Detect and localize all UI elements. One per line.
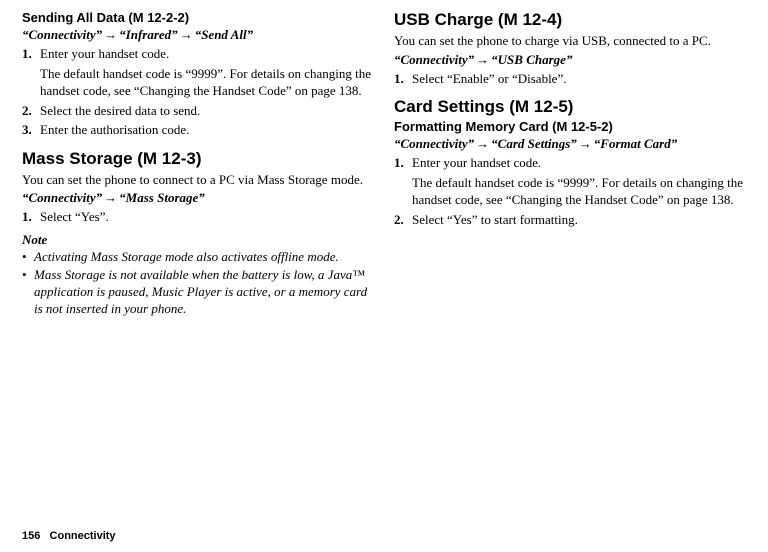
nav-segment: “Connectivity”	[394, 136, 474, 151]
step-text: Select “Yes”.	[40, 208, 374, 226]
step-text: Enter your handset code.	[412, 154, 746, 172]
nav-segment: “Send All”	[195, 27, 253, 42]
heading-card-settings: Card Settings (M 12-5)	[394, 97, 746, 117]
step-item: 3. Enter the authorisation code.	[22, 121, 374, 139]
step-number: 1.	[394, 154, 412, 172]
step-item: 1. Select “Enable” or “Disable”.	[394, 70, 746, 88]
arrow-icon: →	[474, 136, 491, 151]
page-body: Sending All Data (M 12-2-2) “Connectivit…	[0, 0, 768, 318]
step-detail: The default handset code is “9999”. For …	[412, 174, 746, 209]
step-item: 1. Enter your handset code.	[394, 154, 746, 172]
heading-mass-storage: Mass Storage (M 12-3)	[22, 149, 374, 169]
left-column: Sending All Data (M 12-2-2) “Connectivit…	[22, 10, 374, 318]
nav-segment: “Connectivity”	[22, 190, 102, 205]
step-number: 1.	[22, 208, 40, 226]
step-number: 3.	[22, 121, 40, 139]
nav-path-usb-charge: “Connectivity”→“USB Charge”	[394, 52, 746, 68]
bullet-dot-icon: •	[22, 249, 34, 266]
bullet-text: Activating Mass Storage mode also activa…	[34, 249, 374, 266]
bullet-text: Mass Storage is not available when the b…	[34, 267, 374, 318]
step-text: Enter your handset code.	[40, 45, 374, 63]
arrow-icon: →	[577, 136, 594, 151]
nav-segment: “Card Settings”	[491, 136, 577, 151]
arrow-icon: →	[102, 190, 119, 205]
step-number: 2.	[22, 102, 40, 120]
arrow-icon: →	[102, 27, 119, 42]
intro-text: You can set the phone to connect to a PC…	[22, 171, 374, 189]
bullet-dot-icon: •	[22, 267, 34, 318]
heading-formatting-card: Formatting Memory Card (M 12-5-2)	[394, 119, 746, 134]
page-number: 156	[22, 530, 40, 542]
step-item: 1. Select “Yes”.	[22, 208, 374, 226]
nav-path-send-all: “Connectivity”→“Infrared”→“Send All”	[22, 27, 374, 43]
nav-segment: “USB Charge”	[491, 52, 572, 67]
right-column: USB Charge (M 12-4) You can set the phon…	[394, 10, 746, 318]
step-number: 1.	[394, 70, 412, 88]
nav-segment: “Connectivity”	[22, 27, 102, 42]
step-text: Enter the authorisation code.	[40, 121, 374, 139]
nav-segment: “Infrared”	[119, 27, 178, 42]
intro-text: You can set the phone to charge via USB,…	[394, 32, 746, 50]
note-label: Note	[22, 232, 374, 248]
arrow-icon: →	[178, 27, 195, 42]
arrow-icon: →	[474, 52, 491, 67]
note-bullet: • Mass Storage is not available when the…	[22, 267, 374, 318]
step-detail: The default handset code is “9999”. For …	[40, 65, 374, 100]
heading-usb-charge: USB Charge (M 12-4)	[394, 10, 746, 30]
step-text: Select “Yes” to start formatting.	[412, 211, 746, 229]
step-item: 1. Enter your handset code.	[22, 45, 374, 63]
nav-path-format-card: “Connectivity”→“Card Settings”→“Format C…	[394, 136, 746, 152]
nav-path-mass-storage: “Connectivity”→“Mass Storage”	[22, 190, 374, 206]
nav-segment: “Connectivity”	[394, 52, 474, 67]
step-number: 2.	[394, 211, 412, 229]
page-footer: 156 Connectivity	[22, 530, 116, 542]
nav-segment: “Mass Storage”	[119, 190, 205, 205]
nav-segment: “Format Card”	[594, 136, 677, 151]
step-text: Select the desired data to send.	[40, 102, 374, 120]
step-item: 2. Select “Yes” to start formatting.	[394, 211, 746, 229]
note-bullet: • Activating Mass Storage mode also acti…	[22, 249, 374, 266]
step-item: 2. Select the desired data to send.	[22, 102, 374, 120]
step-number: 1.	[22, 45, 40, 63]
section-name: Connectivity	[50, 530, 116, 542]
step-text: Select “Enable” or “Disable”.	[412, 70, 746, 88]
heading-sending-all-data: Sending All Data (M 12-2-2)	[22, 10, 374, 25]
